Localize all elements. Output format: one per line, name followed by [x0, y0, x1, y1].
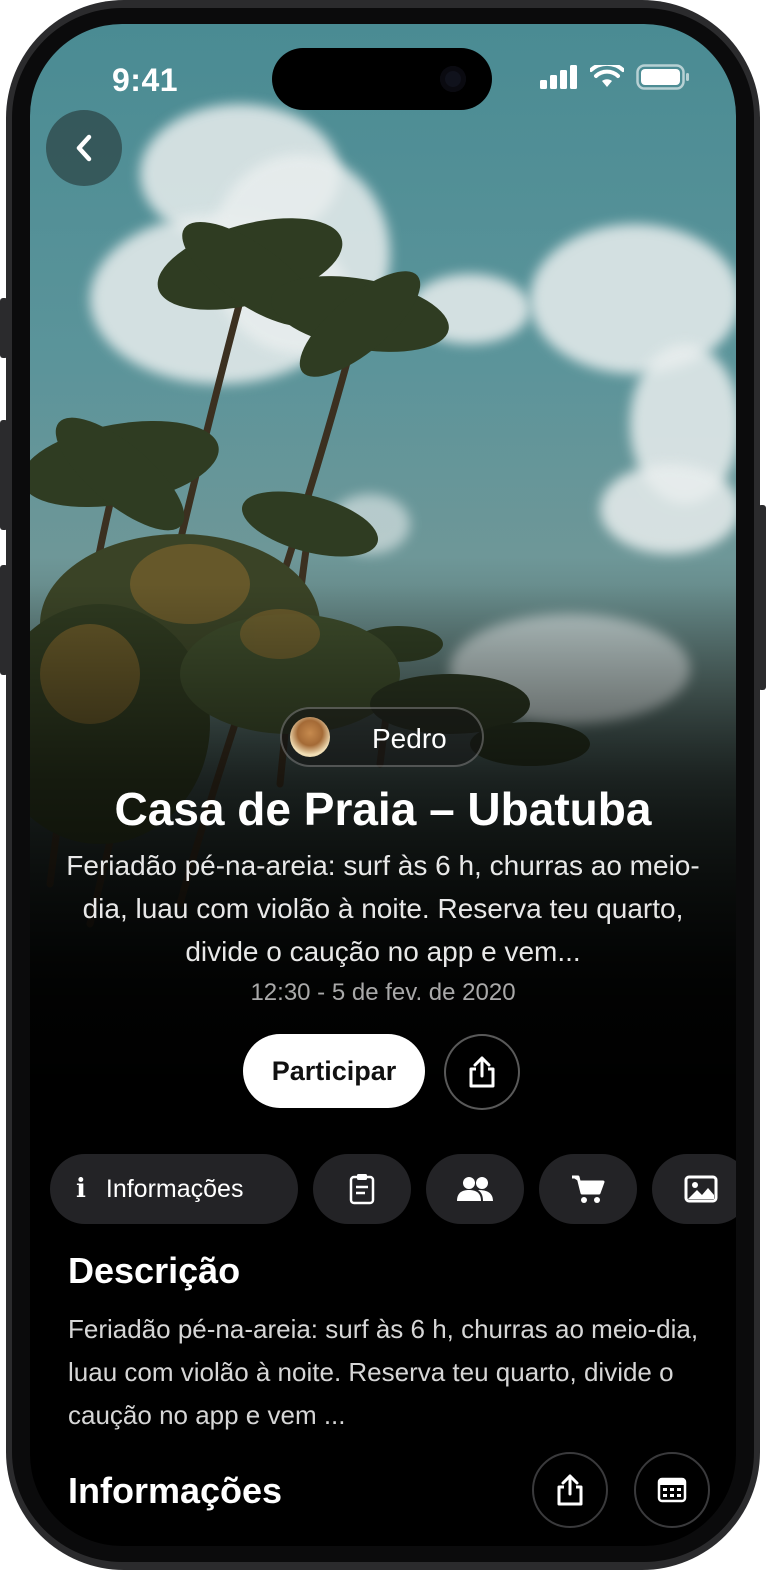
- tab-participants[interactable]: [426, 1154, 524, 1224]
- share-info-button[interactable]: [532, 1452, 608, 1528]
- share-icon: [469, 1056, 495, 1088]
- join-button[interactable]: Participar: [243, 1034, 425, 1108]
- event-datetime: 12:30 - 5 de fev. de 2020: [250, 979, 516, 1006]
- clipboard-icon: [349, 1174, 375, 1205]
- tab-shopping[interactable]: [539, 1154, 637, 1224]
- description-text: Feriadão pé-na-areia: surf às 6 h, churr…: [68, 1314, 699, 1430]
- back-button[interactable]: [46, 110, 122, 186]
- cart-icon: [572, 1175, 605, 1203]
- info-icon: i: [76, 1174, 86, 1204]
- event-title: Casa de Praia – Ubatuba: [114, 783, 652, 835]
- volume-up-button: [0, 420, 8, 530]
- section-tabs: i Informações: [50, 1154, 736, 1224]
- screen: 9:41 Pedro Casa de Praia – Ubatuba Feria…: [30, 24, 736, 1546]
- calendar-icon: [657, 1477, 687, 1503]
- image-icon: [684, 1175, 718, 1203]
- signal-icon: [540, 65, 577, 89]
- power-button: [758, 505, 766, 690]
- status-icons: [540, 64, 690, 90]
- tab-checklist[interactable]: [313, 1154, 411, 1224]
- chevron-left-icon: [76, 134, 92, 162]
- description-heading: Descrição: [68, 1250, 241, 1291]
- host-chip[interactable]: Pedro: [280, 707, 484, 767]
- avatar: [290, 717, 330, 757]
- event-subtitle: Feriadão pé-na-areia: surf às 6 h, churr…: [66, 850, 700, 967]
- front-camera: [440, 66, 466, 92]
- battery-icon: [636, 64, 689, 90]
- tab-informacoes[interactable]: i Informações: [50, 1154, 298, 1224]
- mute-switch: [0, 298, 8, 358]
- info-heading: Informações: [68, 1470, 283, 1511]
- status-time: 9:41: [112, 62, 179, 98]
- share-icon: [557, 1474, 583, 1506]
- tab-label: Informações: [105, 1174, 244, 1203]
- people-icon: [457, 1177, 493, 1201]
- volume-down-button: [0, 565, 8, 675]
- host-name: Pedro: [372, 723, 447, 754]
- share-button[interactable]: [444, 1034, 520, 1110]
- tab-photos[interactable]: [652, 1154, 736, 1224]
- wifi-icon: [590, 65, 624, 87]
- add-to-calendar-button[interactable]: [634, 1452, 710, 1528]
